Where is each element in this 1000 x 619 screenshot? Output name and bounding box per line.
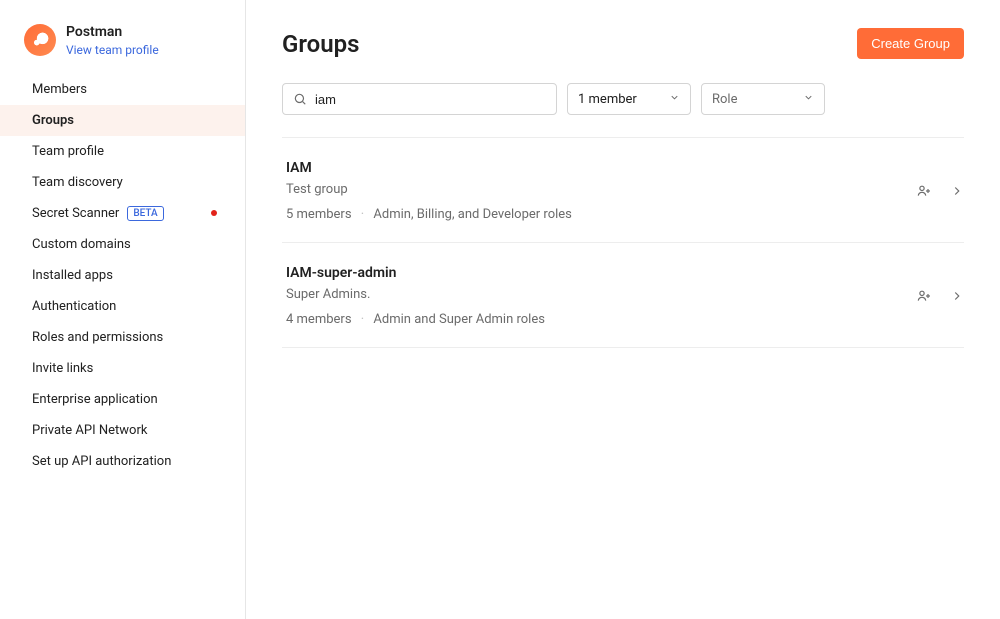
group-members-count: 4 members (286, 312, 352, 327)
group-roles-text: Admin and Super Admin roles (373, 312, 545, 327)
group-name: IAM (286, 160, 904, 176)
sidebar-item-label: Roles and permissions (32, 330, 163, 345)
team-name: Postman (66, 24, 159, 41)
search-field-wrapper[interactable] (282, 83, 557, 115)
filters-row: 1 member Role (282, 83, 964, 115)
group-name: IAM-super-admin (286, 265, 904, 281)
role-filter-select[interactable]: Role (701, 83, 825, 115)
sidebar-item-label: Team discovery (32, 175, 123, 190)
chevron-right-icon[interactable] (950, 289, 964, 303)
sidebar-item-setup-api-authorization[interactable]: Set up API authorization (0, 446, 245, 477)
chevron-down-icon (803, 92, 814, 107)
view-team-profile-link[interactable]: View team profile (66, 43, 159, 57)
team-header: Postman View team profile (0, 24, 245, 66)
sidebar-nav: Members Groups Team profile Team discove… (0, 74, 245, 477)
add-member-icon[interactable] (916, 183, 932, 199)
sidebar-item-secret-scanner[interactable]: Secret Scanner BETA (0, 198, 245, 229)
title-row: Groups Create Group (282, 28, 964, 59)
group-meta: 5 members · Admin, Billing, and Develope… (286, 207, 904, 222)
group-row[interactable]: IAM Test group 5 members · Admin, Billin… (282, 138, 964, 243)
sidebar-item-label: Invite links (32, 361, 93, 376)
sidebar-item-team-profile[interactable]: Team profile (0, 136, 245, 167)
member-filter-select[interactable]: 1 member (567, 83, 691, 115)
sidebar-item-groups[interactable]: Groups (0, 105, 245, 136)
group-row-actions (916, 183, 964, 199)
sidebar-item-invite-links[interactable]: Invite links (0, 353, 245, 384)
group-info: IAM-super-admin Super Admins. 4 members … (286, 265, 904, 327)
member-filter-label: 1 member (578, 92, 637, 107)
group-row[interactable]: IAM-super-admin Super Admins. 4 members … (282, 243, 964, 348)
group-description: Test group (286, 182, 904, 197)
chevron-right-icon[interactable] (950, 184, 964, 198)
separator-dot: · (361, 312, 364, 327)
sidebar-item-label: Members (32, 82, 87, 97)
sidebar-item-label: Custom domains (32, 237, 131, 252)
sidebar-item-custom-domains[interactable]: Custom domains (0, 229, 245, 260)
group-roles-text: Admin, Billing, and Developer roles (373, 207, 571, 222)
sidebar-item-label: Groups (32, 113, 74, 128)
create-group-button[interactable]: Create Group (857, 28, 964, 59)
sidebar-item-label: Set up API authorization (32, 454, 171, 469)
search-icon (293, 92, 307, 106)
sidebar-item-label: Enterprise application (32, 392, 158, 407)
sidebar-item-label: Installed apps (32, 268, 113, 283)
page-title: Groups (282, 30, 857, 58)
group-info: IAM Test group 5 members · Admin, Billin… (286, 160, 904, 222)
group-meta: 4 members · Admin and Super Admin roles (286, 312, 904, 327)
sidebar-item-label: Private API Network (32, 423, 147, 438)
sidebar-item-installed-apps[interactable]: Installed apps (0, 260, 245, 291)
sidebar-item-roles-permissions[interactable]: Roles and permissions (0, 322, 245, 353)
sidebar-item-private-api-network[interactable]: Private API Network (0, 415, 245, 446)
sidebar-item-authentication[interactable]: Authentication (0, 291, 245, 322)
beta-badge: BETA (127, 206, 163, 221)
chevron-down-icon (669, 92, 680, 107)
sidebar-item-label: Authentication (32, 299, 116, 314)
sidebar: Postman View team profile Members Groups… (0, 0, 246, 619)
team-avatar (24, 24, 56, 56)
sidebar-item-team-discovery[interactable]: Team discovery (0, 167, 245, 198)
group-members-count: 5 members (286, 207, 352, 222)
main-content: Groups Create Group 1 member Role (246, 0, 1000, 619)
separator-dot: · (361, 207, 364, 222)
group-row-actions (916, 288, 964, 304)
sidebar-item-label: Secret Scanner (32, 206, 119, 221)
sidebar-item-enterprise-application[interactable]: Enterprise application (0, 384, 245, 415)
add-member-icon[interactable] (916, 288, 932, 304)
role-filter-placeholder: Role (712, 92, 737, 107)
sidebar-item-label: Team profile (32, 144, 104, 159)
search-input[interactable] (315, 92, 546, 107)
sidebar-item-members[interactable]: Members (0, 74, 245, 105)
notification-dot-icon (211, 210, 217, 216)
group-description: Super Admins. (286, 287, 904, 302)
